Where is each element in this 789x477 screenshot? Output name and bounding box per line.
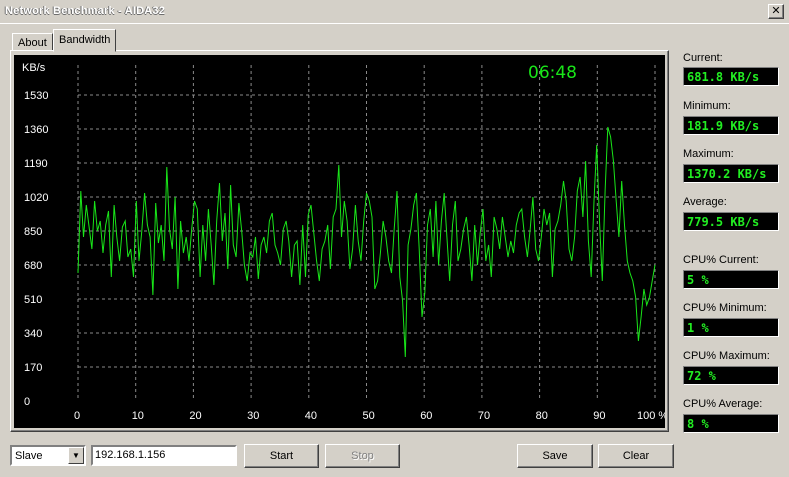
bandwidth-graph: 0 170 340 510 680 850 1020 1190 1360 1530 0 10 20 30 4…: [14, 55, 665, 428]
cpu-maximum-label: CPU% Maximum:: [683, 350, 770, 362]
y-tick-label-510: 510: [24, 294, 42, 306]
y-tick-label-680: 680: [24, 260, 42, 272]
minimum-value: 181.9 KB/s: [683, 116, 779, 135]
window-title: Network Benchmark - AIDA32: [5, 5, 166, 17]
cpu-current-value: 5 %: [683, 270, 779, 289]
cpu-current-label: CPU% Current:: [683, 254, 759, 266]
start-button[interactable]: Start: [244, 444, 319, 468]
minimum-label: Minimum:: [683, 100, 731, 112]
mode-select[interactable]: Slave ▼: [10, 445, 86, 466]
y-tick-label-340: 340: [24, 328, 42, 340]
close-icon: ✕: [771, 4, 781, 17]
y-tick-label-1530: 1530: [24, 90, 48, 102]
average-label: Average:: [683, 196, 727, 208]
cpu-average-value: 8 %: [683, 414, 779, 433]
elapsed-time: 06:48: [528, 63, 577, 83]
tab-about[interactable]: About: [12, 33, 53, 51]
y-axis-title: KB/s: [22, 62, 46, 74]
x-tick-label-70: 70: [478, 410, 490, 422]
save-button[interactable]: Save: [517, 444, 593, 468]
cpu-average-label: CPU% Average:: [683, 398, 763, 410]
x-tick-label-90: 90: [593, 410, 605, 422]
x-tick-label-20: 20: [189, 410, 201, 422]
x-tick-label-40: 40: [305, 410, 317, 422]
cpu-maximum-value: 72 %: [683, 366, 779, 385]
y-tick-label-1190: 1190: [24, 158, 48, 170]
bandwidth-chart-svg: 017034051068085010201190136015300 10 20 30 4…: [22, 62, 665, 422]
address-input[interactable]: 192.168.1.156: [91, 445, 237, 466]
title-bar: Network Benchmark - AIDA32 ✕: [0, 0, 789, 24]
y-tick-label-850: 850: [24, 226, 42, 238]
average-value: 779.5 KB/s: [683, 212, 779, 231]
clear-button[interactable]: Clear: [598, 444, 674, 468]
tab-bandwidth[interactable]: Bandwidth: [53, 29, 117, 52]
x-tick-label-10: 10: [132, 410, 144, 422]
current-label: Current:: [683, 52, 723, 64]
x-tick-label-100: 100 %: [637, 410, 665, 422]
x-tick-label-80: 80: [536, 410, 548, 422]
x-tick-label-60: 60: [420, 410, 432, 422]
cpu-minimum-label: CPU% Minimum:: [683, 302, 767, 314]
tab-bandwidth-label: Bandwidth: [59, 34, 111, 46]
tab-about-label: About: [18, 37, 47, 49]
cpu-minimum-value: 1 %: [683, 318, 779, 337]
x-tick-label-0: 0: [74, 410, 80, 422]
y-tick-label-0: 0: [24, 396, 30, 408]
mode-select-value: Slave: [15, 450, 43, 462]
chevron-down-icon[interactable]: ▼: [68, 447, 84, 464]
current-value: 681.8 KB/s: [683, 67, 779, 86]
y-tick-label-1020: 1020: [24, 192, 48, 204]
close-button[interactable]: ✕: [768, 4, 784, 19]
maximum-value: 1370.2 KB/s: [683, 164, 779, 183]
x-tick-label-30: 30: [247, 410, 259, 422]
stop-button[interactable]: Stop: [325, 444, 400, 468]
x-tick-label-50: 50: [363, 410, 375, 422]
y-tick-label-170: 170: [24, 362, 42, 374]
maximum-label: Maximum:: [683, 148, 734, 160]
y-tick-label-1360: 1360: [24, 124, 48, 136]
